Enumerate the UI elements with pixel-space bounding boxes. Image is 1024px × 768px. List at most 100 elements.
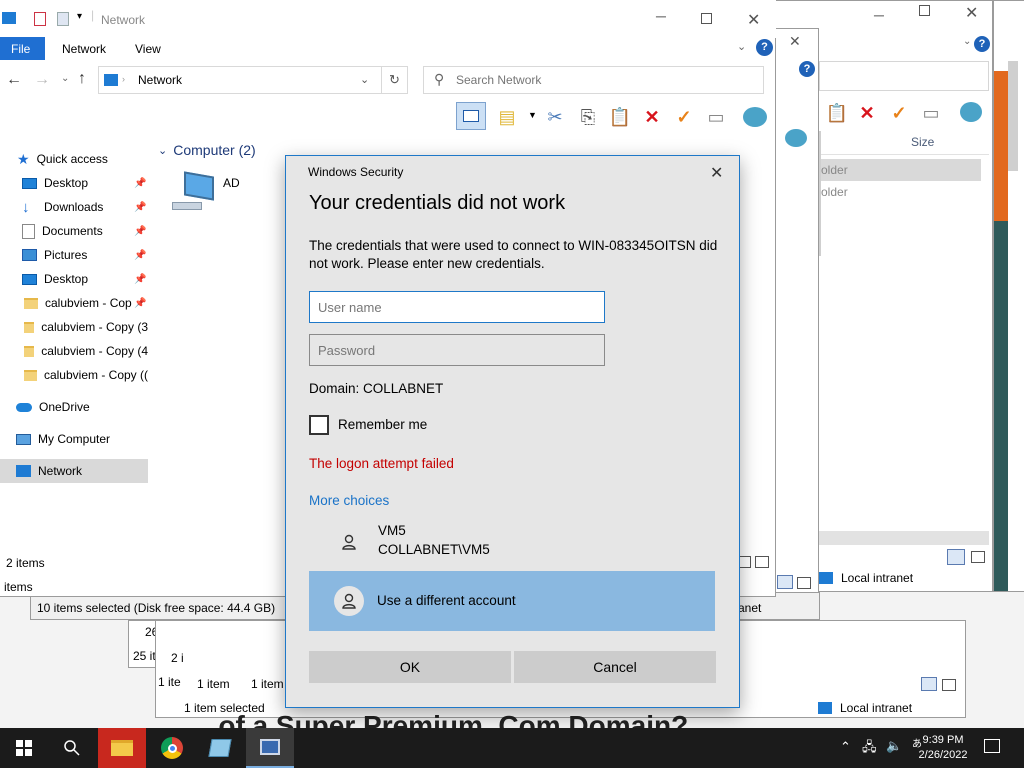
tab-view[interactable]: View: [135, 42, 161, 56]
new-folder-icon[interactable]: [57, 12, 69, 26]
back-arrow-icon[interactable]: ←: [6, 71, 22, 89]
different-account-label: Use a different account: [377, 593, 516, 608]
folder-row[interactable]: older: [819, 183, 981, 203]
cancel-button[interactable]: Cancel: [514, 651, 716, 683]
copy-icon[interactable]: ⎘: [575, 104, 601, 130]
large-icons-view-icon[interactable]: [755, 556, 769, 568]
globe-icon[interactable]: [743, 107, 767, 127]
tab-file[interactable]: File: [0, 37, 45, 60]
maximize-button[interactable]: [919, 5, 930, 16]
search-button[interactable]: [48, 728, 96, 768]
nav-quick-access[interactable]: ★ Quick access: [0, 147, 148, 171]
ok-button[interactable]: OK: [309, 651, 511, 683]
rename-icon[interactable]: ▭: [703, 104, 729, 130]
breadcrumb[interactable]: Network: [138, 73, 182, 87]
nav-network[interactable]: Network: [0, 459, 148, 483]
close-button[interactable]: ✕: [965, 3, 978, 23]
close-button[interactable]: ✕: [747, 10, 760, 30]
rename-icon[interactable]: ▭: [918, 100, 944, 126]
search-box[interactable]: ⚲: [423, 66, 764, 94]
nav-item-desktop-2[interactable]: Desktop 📌: [0, 267, 148, 291]
tab-network[interactable]: Network: [62, 42, 106, 56]
group-header[interactable]: ⌄ Computer (2): [158, 142, 256, 158]
copy-path-icon[interactable]: ▤: [494, 104, 520, 130]
close-button[interactable]: ✕: [789, 33, 801, 50]
file-explorer-button[interactable]: [98, 728, 146, 768]
cut-icon[interactable]: ✂: [542, 104, 568, 130]
volume-icon[interactable]: 🔈: [886, 738, 902, 754]
nav-item-folder[interactable]: calubviem - Copy (3: [0, 315, 148, 339]
minimize-button[interactable]: ─: [656, 8, 666, 24]
account-option-vm5[interactable]: VM5 COLLABNET\VM5: [309, 518, 715, 566]
check-icon[interactable]: ✓: [671, 104, 697, 130]
up-arrow-icon[interactable]: ↑: [78, 70, 86, 88]
nav-item-documents[interactable]: Documents 📌: [0, 219, 148, 243]
forward-arrow-icon[interactable]: →: [34, 71, 50, 89]
help-icon[interactable]: ?: [756, 39, 773, 56]
username-input[interactable]: [309, 291, 605, 323]
background-toolbar: 📋 ✕ ✓ ▭: [820, 100, 990, 126]
notifications-icon[interactable]: [984, 739, 1000, 753]
address-bar[interactable]: › Network ⌄ ↻: [98, 66, 408, 94]
help-icon[interactable]: ?: [974, 36, 990, 52]
check-icon[interactable]: ✓: [886, 100, 912, 126]
remember-me-label[interactable]: Remember me: [338, 417, 427, 432]
search-input[interactable]: [456, 71, 756, 89]
nav-item-desktop[interactable]: Desktop 📌: [0, 171, 148, 195]
nav-label: Network: [38, 464, 83, 478]
close-button[interactable]: ✕: [710, 163, 723, 183]
globe-icon[interactable]: [785, 129, 807, 147]
more-choices-link[interactable]: More choices: [309, 493, 389, 508]
chrome-button[interactable]: [148, 728, 196, 768]
nav-item-folder[interactable]: calubviem - Cop 📌: [0, 291, 148, 315]
size-column-header[interactable]: Size: [911, 135, 934, 149]
chevron-down-icon[interactable]: ⌄: [963, 36, 971, 47]
app-button[interactable]: [196, 728, 244, 768]
maximize-button[interactable]: [701, 13, 712, 24]
password-input[interactable]: [309, 334, 605, 366]
minimize-button[interactable]: ─: [874, 7, 884, 23]
remote-desktop-button[interactable]: [246, 728, 294, 768]
clock[interactable]: 9:39 PM 2/26/2022: [914, 733, 972, 763]
nav-label: calubviem - Copy (4: [41, 344, 148, 358]
globe-icon[interactable]: [960, 102, 982, 122]
nav-onedrive[interactable]: OneDrive: [0, 395, 148, 419]
breadcrumb-chevron-icon[interactable]: ›: [122, 74, 125, 84]
large-icons-view-icon[interactable]: [942, 679, 956, 691]
edge-window: [993, 0, 1024, 592]
customize-toolbar-icon[interactable]: ▾: [77, 11, 82, 22]
large-icons-view-icon[interactable]: [971, 551, 985, 563]
nav-my-computer[interactable]: My Computer: [0, 427, 148, 451]
dropdown-arrow-icon[interactable]: ▼: [528, 110, 537, 120]
delete-icon[interactable]: ✕: [854, 100, 880, 126]
nav-item-folder[interactable]: calubviem - Copy (4: [0, 339, 148, 363]
details-view-icon[interactable]: [921, 677, 937, 691]
computer-item[interactable]: AD: [172, 171, 282, 216]
nav-item-pictures[interactable]: Pictures 📌: [0, 243, 148, 267]
account-option-different[interactable]: Use a different account: [309, 571, 715, 631]
collapse-chevron-icon[interactable]: ⌄: [158, 144, 167, 157]
ribbon-collapse-icon[interactable]: ⌄: [737, 40, 746, 53]
refresh-icon[interactable]: ↻: [389, 72, 400, 88]
network-status-icon[interactable]: 🖧: [862, 738, 877, 760]
folder-row[interactable]: older: [819, 159, 981, 181]
details-view-icon[interactable]: [947, 549, 965, 565]
search-box-bg[interactable]: [819, 61, 989, 91]
details-view-icon[interactable]: [777, 575, 793, 589]
large-icons-view-icon[interactable]: [797, 577, 811, 589]
scrollbar-track[interactable]: [809, 531, 989, 545]
show-hidden-icons-icon[interactable]: ⌃: [840, 739, 851, 755]
delete-icon[interactable]: ✕: [639, 104, 665, 130]
address-dropdown-icon[interactable]: ⌄: [360, 73, 369, 86]
properties-icon[interactable]: [34, 12, 46, 26]
start-button[interactable]: [0, 728, 48, 768]
recent-locations-icon[interactable]: ⌄: [61, 73, 69, 84]
scrollbar[interactable]: [1008, 61, 1018, 171]
remember-me-checkbox[interactable]: [309, 415, 329, 435]
paste-icon[interactable]: 📋: [607, 104, 633, 130]
nav-item-downloads[interactable]: ↓ Downloads 📌: [0, 195, 148, 219]
paste-icon[interactable]: 📋: [824, 100, 850, 126]
preview-pane-button[interactable]: [456, 102, 486, 130]
help-icon[interactable]: ?: [799, 61, 815, 77]
nav-item-folder[interactable]: calubviem - Copy ((: [0, 363, 148, 387]
